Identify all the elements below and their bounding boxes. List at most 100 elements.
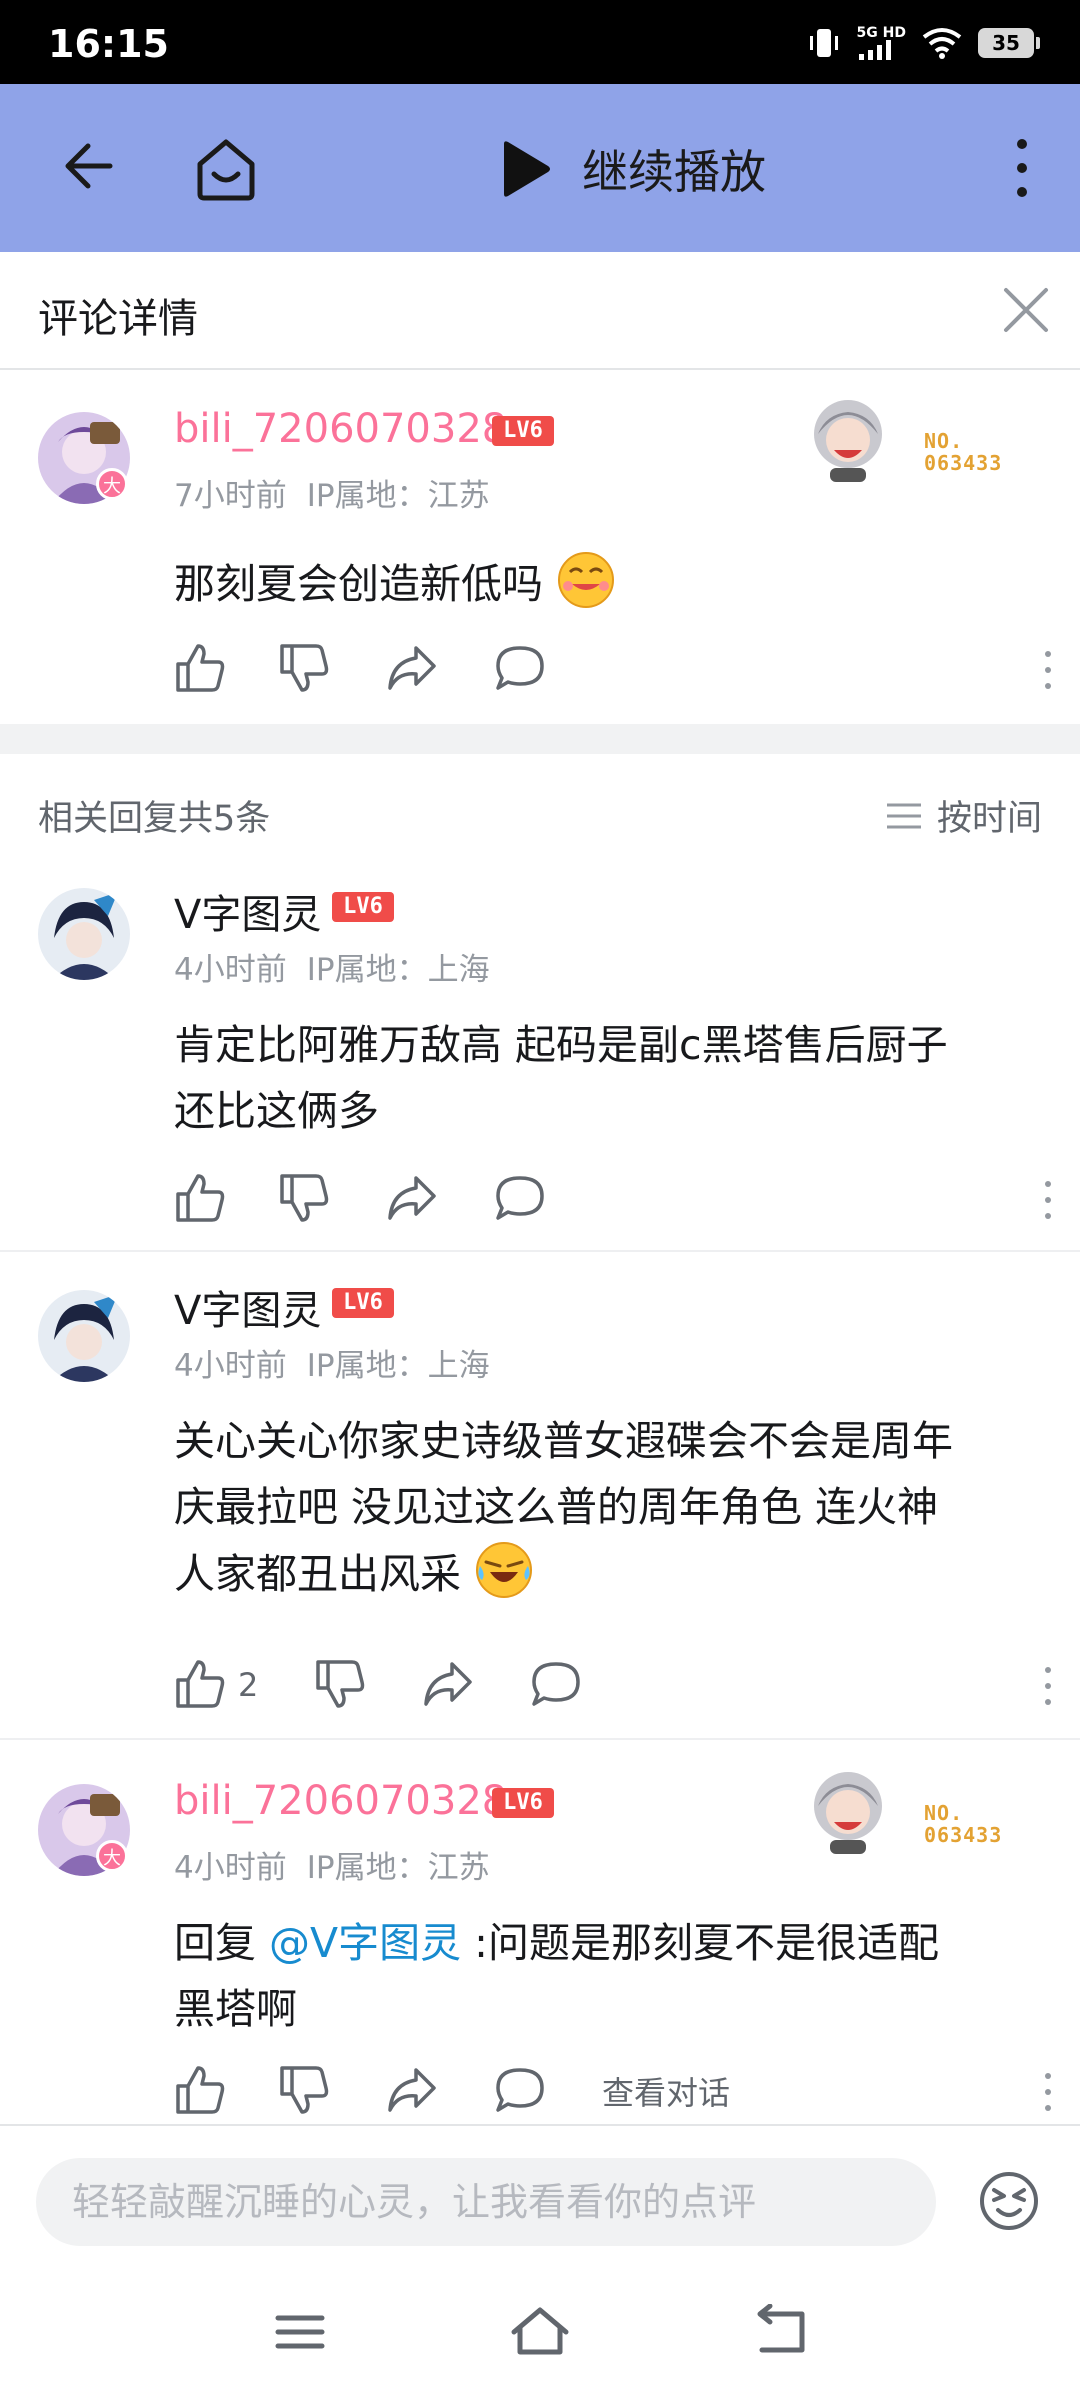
more-options-icon[interactable] [1042,648,1054,692]
comment-text-line: 肯定比阿雅万敌高 起码是副c黑塔售后厨子 [174,1021,948,1069]
tongue-face-emoji-icon [558,552,615,608]
back-arrow-icon[interactable] [54,134,118,198]
reply-count-label: 相关回复共5条 [38,799,271,839]
level-badge: LV6 [332,892,394,922]
comment-text: 回复 @V字图灵 :问题是那刻夏不是很适配 黑塔啊 [174,1910,1044,2042]
back-icon[interactable] [752,2304,812,2360]
reply-divider [0,1738,1080,1740]
username[interactable]: V字图灵 [174,1278,321,1336]
continue-play-button[interactable]: 继续播放 [500,136,766,202]
home-icon[interactable] [194,134,258,202]
reply-icon[interactable] [494,642,546,694]
pendant-no-value: 063433 [924,451,1003,475]
comment-text-line: 黑塔啊 [174,1985,297,2033]
section-divider [0,724,1080,754]
comment-actions: 2 [174,1658,1054,1718]
comment-input[interactable]: 轻轻敲醒沉睡的心灵，让我看看你的点评 [36,2158,936,2246]
comment-time: 7小时前 [174,478,287,514]
comment-meta: 7小时前 IP属地：江苏 [174,470,490,515]
status-bar: 16:15 5G HD 35 [0,0,1080,84]
reply-icon[interactable] [494,2064,546,2116]
network-label: 5G HD [856,25,906,41]
replies-header: 相关回复共5条 按时间 [0,780,1080,860]
ip-location: IP属地：江苏 [306,1850,490,1886]
reply-item: V字图灵 LV6 4小时前 IP属地：上海 关心关心你家史诗级普女遐碟会不会是周年… [0,1254,1080,1740]
more-options-icon[interactable] [1042,1178,1054,1222]
app-bar: 继续播放 [0,84,1080,252]
comment-text-line: 还比这俩多 [174,1087,379,1135]
battery-indicator: 35 [978,28,1040,58]
level-badge: LV6 [492,416,554,446]
pendant-number: NO. 063433 [924,1802,1002,1846]
dislike-icon[interactable] [278,642,330,694]
pendant-no-label: NO. [924,429,964,453]
comment-text-content: 那刻夏会创造新低吗 [174,560,543,608]
avatar[interactable] [38,1290,130,1382]
emoji-picker-icon[interactable] [978,2170,1040,2232]
view-conversation-link[interactable]: 查看对话 [602,2068,730,2114]
share-icon[interactable] [386,1172,438,1224]
comment-actions: 查看对话 [174,2064,1054,2124]
comment-text-line: 庆最拉吧 没见过这么普的周年角色 连火神 [174,1483,939,1531]
username[interactable]: bili_7206070328 [174,1778,507,1824]
username[interactable]: V字图灵 [174,882,321,940]
reply-item: 大 bili_7206070328 LV6 4小时前 IP属地：江苏 NO. 06… [0,1742,1080,2124]
status-time: 16:15 [48,22,169,66]
more-options-icon[interactable] [1042,1664,1054,1708]
share-icon[interactable] [386,2064,438,2116]
level-badge: LV6 [492,1788,554,1818]
comment-meta: 4小时前 IP属地：上海 [174,944,490,989]
reply-icon[interactable] [530,1658,582,1710]
sort-list-icon [886,803,921,828]
share-icon[interactable] [422,1658,474,1710]
reply-prefix: 回复 [174,1919,270,1967]
comment-text-line: 人家都丑出风采 [174,1540,1044,1607]
sort-by-time-button[interactable]: 按时间 [885,790,1042,841]
pendant-no-label: NO. [924,1801,964,1825]
comment-detail-header: 评论详情 [0,252,1080,370]
comment-text: 那刻夏会创造新低吗 [174,550,1044,617]
dislike-icon[interactable] [278,1172,330,1224]
mention-link[interactable]: @V字图灵 [269,1919,461,1967]
vibrate-icon [809,29,838,57]
system-nav-bar [0,2264,1080,2400]
comment-time: 4小时前 [174,1348,287,1384]
share-icon[interactable] [386,642,438,694]
ip-location: IP属地：上海 [306,1348,490,1384]
username[interactable]: bili_7206070328 [174,406,507,452]
comment-meta: 4小时前 IP属地：上海 [174,1340,490,1385]
status-icons: 5G HD 35 [807,26,1040,60]
comment-text: 关心关心你家史诗级普女遐碟会不会是周年 庆最拉吧 没见过这么普的周年角色 连火神… [174,1408,1044,1607]
comment-text-line: 关心关心你家史诗级普女遐碟会不会是周年 [174,1417,953,1465]
comment-text-line: 回复 @V字图灵 :问题是那刻夏不是很适配 [174,1910,1044,1976]
more-options-icon[interactable] [1042,2070,1054,2114]
main-comment: 大 bili_7206070328 LV6 7小时前 IP属地：江苏 NO. 06… [0,370,1080,724]
comment-text: 肯定比阿雅万敌高 起码是副c黑塔售后厨子 还比这俩多 [174,1012,1044,1144]
comment-time: 4小时前 [174,1850,287,1886]
like-icon[interactable] [174,642,226,694]
badge-icon: 大 [96,1840,128,1872]
laughing-crying-emoji-icon [476,1542,533,1598]
like-icon[interactable] [174,2064,226,2116]
comment-time: 4小时前 [174,952,287,988]
dislike-icon[interactable] [314,1658,366,1710]
comment-meta: 4小时前 IP属地：江苏 [174,1842,490,1887]
like-icon[interactable] [174,1658,226,1710]
reply-icon[interactable] [494,1172,546,1224]
avatar[interactable] [38,888,130,980]
menu-icon[interactable] [270,2304,330,2360]
signal-group: 5G HD [857,26,906,60]
pendant-avatar-decoration [814,400,882,482]
close-icon[interactable] [998,282,1054,338]
comment-actions [174,1172,1054,1232]
comment-text-content: :问题是那刻夏不是很适配 [461,1919,939,1967]
pendant-no-value: 063433 [924,1823,1003,1847]
more-vertical-icon[interactable] [1002,136,1042,200]
reply-divider [0,1250,1080,1252]
play-icon [504,141,550,197]
like-icon[interactable] [174,1172,226,1224]
comment-input-bar: 轻轻敲醒沉睡的心灵，让我看看你的点评 [0,2124,1080,2264]
like-count: 2 [238,1666,259,1704]
home-icon[interactable] [510,2304,570,2360]
dislike-icon[interactable] [278,2064,330,2116]
